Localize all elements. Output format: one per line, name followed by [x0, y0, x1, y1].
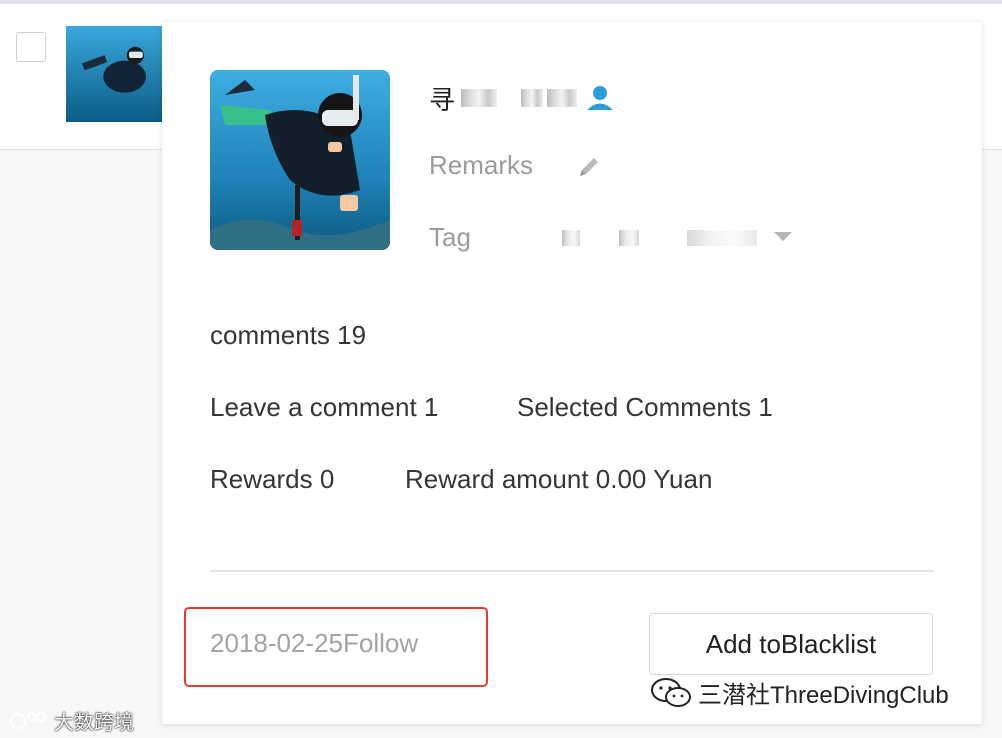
reward-amount: Reward amount 0.00 Yuan [405, 464, 713, 494]
nickname-text: 寻 [429, 84, 456, 115]
comments-count: comments 19 [210, 320, 367, 350]
add-to-blacklist-button[interactable]: Add toBlacklist [649, 613, 933, 675]
remarks-label: Remarks [429, 150, 534, 180]
pencil-icon[interactable] [574, 152, 604, 182]
wechat-icon [651, 677, 691, 707]
person-icon [585, 85, 615, 111]
blurred-nickname-part [547, 89, 578, 107]
caret-down-icon [774, 232, 792, 241]
row-thumbnail [66, 26, 162, 122]
user-nickname: 寻 [429, 80, 615, 116]
watermark-right-text: 三潜社ThreeDivingClub [698, 682, 949, 709]
tag-dropdown[interactable] [557, 214, 797, 258]
blurred-tag [562, 230, 580, 246]
blurred-tag [619, 230, 639, 246]
tag-label: Tag [429, 222, 471, 252]
divider [210, 570, 934, 572]
watermark-right: 三潜社ThreeDivingClub [650, 675, 949, 710]
watermark-left: 大数跨境 [8, 706, 134, 735]
user-avatar [210, 70, 390, 250]
rewards-count: Rewards 0 [210, 464, 335, 494]
logo-icon [10, 711, 46, 729]
blurred-tag [687, 230, 757, 246]
blurred-nickname-part [521, 89, 544, 107]
selected-comments-count: Selected Comments 1 [517, 392, 773, 422]
row-checkbox[interactable] [16, 32, 46, 62]
watermark-left-text: 大数跨境 [54, 712, 134, 734]
user-profile-popover: 寻 Remarks Tag comments 19 Leave a commen… [162, 22, 982, 724]
blurred-nickname [461, 89, 498, 107]
leave-comment-count: Leave a comment 1 [210, 392, 439, 422]
follow-date: 2018-02-25Follow [210, 628, 419, 658]
